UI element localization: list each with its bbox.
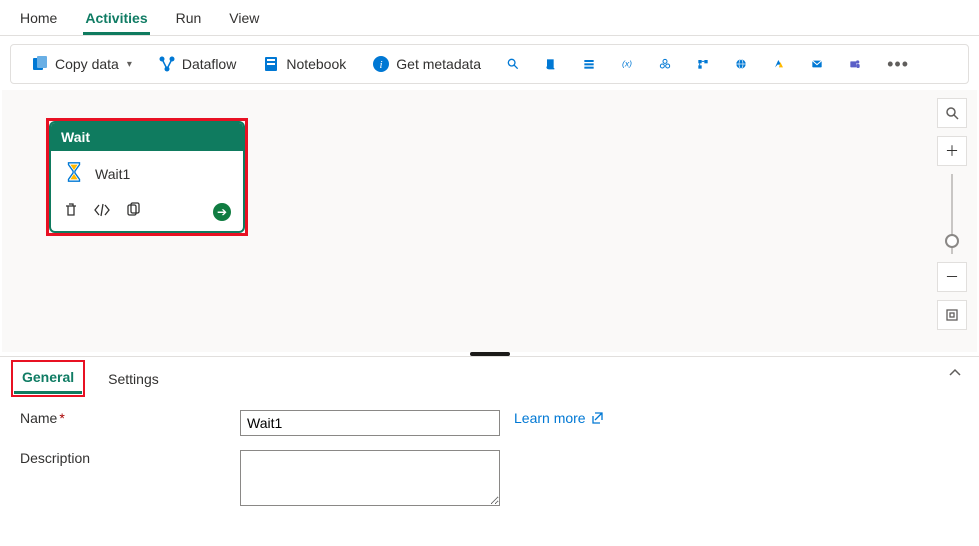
properties-panel: General Settings Name* Learn more Descri… [0, 356, 979, 536]
menu-home[interactable]: Home [18, 6, 59, 35]
menu-run[interactable]: Run [174, 6, 204, 35]
get-metadata-button[interactable]: i Get metadata [366, 51, 487, 77]
code-icon[interactable] [93, 202, 111, 221]
pipeline-canvas[interactable]: Wait Wait1 ➔ ↷ [2, 90, 977, 352]
activity-type-label: Wait [51, 123, 243, 151]
run-icon[interactable]: ➔ [213, 203, 231, 221]
description-input[interactable] [240, 450, 500, 506]
description-label: Description [20, 450, 240, 466]
pipeline-icon[interactable] [691, 52, 715, 76]
general-form: Name* Learn more Description [0, 394, 979, 536]
set-variable-icon[interactable]: (x) [615, 52, 639, 76]
script-icon[interactable] [539, 52, 563, 76]
search-canvas-button[interactable] [937, 98, 967, 128]
lookup-icon[interactable] [501, 52, 525, 76]
tab-general[interactable]: General [14, 363, 82, 394]
ribbon-toolbar: Copy data ▾ Dataflow Notebook i Get meta… [10, 44, 969, 84]
zoom-out-button[interactable]: － [937, 262, 967, 292]
tab-settings[interactable]: Settings [100, 365, 167, 393]
info-icon: i [372, 55, 390, 73]
dataflow-button[interactable]: Dataflow [152, 51, 242, 77]
activity-highlight: Wait Wait1 ➔ ↷ [46, 118, 248, 236]
zoom-in-button[interactable]: ＋ [937, 136, 967, 166]
fit-to-screen-button[interactable] [937, 300, 967, 330]
hourglass-icon [63, 161, 85, 186]
collapse-panel-icon[interactable] [947, 365, 963, 384]
dataflow-icon [158, 55, 176, 73]
property-tabs: General Settings [0, 357, 979, 394]
web-icon[interactable] [729, 52, 753, 76]
get-metadata-label: Get metadata [396, 56, 481, 72]
notebook-button[interactable]: Notebook [256, 51, 352, 77]
zoom-handle[interactable] [945, 234, 959, 248]
notebook-label: Notebook [286, 56, 346, 72]
svg-text:(x): (x) [622, 59, 632, 69]
dataflow-label: Dataflow [182, 56, 236, 72]
teams-icon[interactable] [843, 52, 867, 76]
copy-data-label: Copy data [55, 56, 119, 72]
copy-data-button[interactable]: Copy data ▾ [25, 51, 138, 77]
more-button[interactable]: ••• [881, 54, 915, 75]
name-label: Name* [20, 410, 240, 426]
outlook-icon[interactable] [805, 52, 829, 76]
zoom-slider[interactable] [951, 174, 953, 254]
webhook-icon[interactable] [653, 52, 677, 76]
activity-name-label: Wait1 [95, 166, 130, 182]
menu-view[interactable]: View [227, 6, 261, 35]
required-icon: * [59, 410, 64, 426]
azure-icon[interactable] [767, 52, 791, 76]
menu-activities[interactable]: Activities [83, 6, 149, 35]
chevron-down-icon: ▾ [127, 59, 132, 70]
stored-procedure-icon[interactable] [577, 52, 601, 76]
delete-icon[interactable] [63, 202, 79, 221]
copy-icon[interactable] [125, 202, 141, 221]
name-input[interactable] [240, 410, 500, 436]
zoom-controls: ＋ － [935, 98, 969, 330]
learn-more-link[interactable]: Learn more [514, 410, 604, 426]
top-menu: Home Activities Run View [0, 0, 979, 36]
wait-activity-card[interactable]: Wait Wait1 ➔ ↷ [49, 121, 245, 233]
notebook-icon [262, 55, 280, 73]
copy-data-icon [31, 55, 49, 73]
svg-text:i: i [380, 59, 383, 71]
